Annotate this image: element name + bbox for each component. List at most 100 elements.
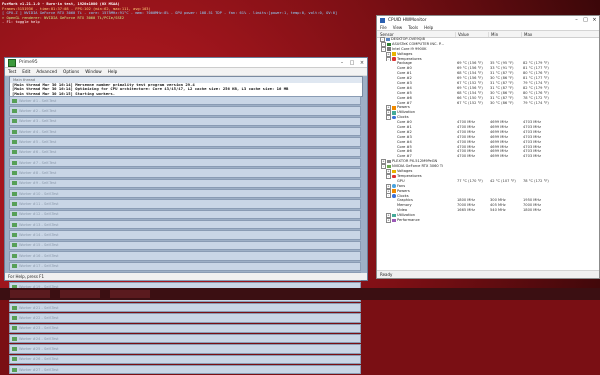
worker-title: Worker #9 - Self-Test — [19, 181, 57, 186]
menu-item-help[interactable]: Help — [108, 69, 118, 74]
menu-item-tools[interactable]: Tools — [408, 25, 418, 30]
worker-window[interactable]: Worker #3 - Self-Test — [9, 116, 361, 127]
hwmonitor-window[interactable]: CPUID HWMonitor – □ × File View Tools Help … — [376, 15, 600, 279]
worker-window[interactable]: Worker #13 - Self-Test — [9, 220, 361, 230]
menu-item-help[interactable]: Help — [424, 25, 433, 30]
worker-window[interactable]: Worker #1 - Self-Test — [9, 96, 361, 106]
worker-icon — [12, 222, 17, 227]
worker-window[interactable]: Worker #16 - Self-Test — [9, 251, 361, 261]
sensor-value — [455, 218, 488, 223]
worker-icon — [12, 202, 17, 207]
performance-icon — [392, 218, 396, 223]
worker-title: Worker #23 - Self-Test — [19, 326, 59, 331]
worker-window[interactable]: Worker #9 - Self-Test — [9, 178, 361, 189]
worker-icon — [12, 305, 17, 310]
worker-window[interactable]: Worker #27 - Self-Test — [9, 364, 361, 375]
worker-window[interactable]: Worker #14 - Self-Test — [9, 230, 361, 240]
maximize-icon[interactable]: □ — [347, 60, 357, 66]
worker-window[interactable]: Worker #21 - Self-Test — [9, 302, 361, 313]
thermometer-icon — [392, 174, 396, 179]
furmark-overlay: FurMark v1.21.1.0 - Burn-in test, 1920x1… — [2, 2, 372, 36]
menu-item-options[interactable]: Options — [63, 69, 79, 74]
hwmonitor-titlebar[interactable]: CPUID HWMonitor – □ × — [377, 16, 599, 24]
utilization-icon — [392, 111, 396, 115]
overlay-line: [ GPU-Z ] NVIDIA GeForce RTX 3060 Ti - c… — [2, 11, 338, 15]
minimize-icon[interactable]: – — [572, 17, 581, 23]
worker-window[interactable]: Worker #17 - Self-Test — [9, 261, 361, 271]
worker-title: Worker #2 - Self-Test — [19, 109, 57, 114]
expand-icon[interactable]: + — [386, 217, 391, 223]
close-icon[interactable]: × — [357, 60, 367, 66]
taskbar-item[interactable] — [10, 290, 50, 298]
worker-title: Worker #13 - Self-Test — [19, 222, 59, 227]
worker-window[interactable]: Worker #12 - Self-Test — [9, 209, 361, 220]
prime95-app-icon — [8, 58, 16, 67]
taskbar-item[interactable] — [60, 290, 100, 298]
worker-title: Worker #15 - Self-Test — [19, 243, 59, 248]
worker-window[interactable]: Worker #11 - Self-Test — [9, 199, 361, 209]
column-header-value[interactable]: Value — [455, 31, 488, 37]
menu-item-window[interactable]: Window — [85, 69, 102, 74]
prime95-window[interactable]: Prime95 – □ × Test Edit Advanced Options Win… — [4, 57, 368, 375]
worker-window[interactable]: Worker #8 - Self-Test — [9, 168, 361, 178]
worker-title: Worker #17 - Self-Test — [19, 264, 59, 269]
worker-title: Worker #25 - Self-Test — [19, 346, 59, 351]
worker-window[interactable]: Worker #26 - Self-Test — [9, 354, 361, 364]
power-icon — [392, 106, 396, 110]
menu-item-file[interactable]: File — [380, 25, 387, 30]
prime95-titlebar[interactable]: Prime95 – □ × — [5, 58, 367, 68]
motherboard-icon — [387, 42, 391, 47]
worker-title: Worker #22 - Self-Test — [19, 315, 59, 320]
clock-icon — [392, 194, 396, 198]
worker-title: Worker #7 - Self-Test — [19, 160, 57, 165]
worker-window[interactable]: Worker #15 - Self-Test — [9, 240, 361, 251]
worker-window[interactable]: Worker #6 - Self-Test — [9, 147, 361, 158]
menu-item-advanced[interactable]: Advanced — [36, 69, 57, 74]
power-icon — [392, 189, 396, 193]
worker-title: Worker #8 - Self-Test — [19, 171, 57, 176]
gpu-icon — [387, 164, 391, 169]
menu-item-test[interactable]: Test — [8, 69, 16, 74]
worker-title: Worker #4 - Self-Test — [19, 129, 57, 134]
main-thread-window[interactable]: Main thread [Main thread Mar 30 16:14] M… — [9, 76, 363, 97]
hwmonitor-statusbar: Ready — [377, 270, 599, 278]
taskbar-item[interactable] — [110, 290, 150, 298]
menu-item-edit[interactable]: Edit — [22, 69, 30, 74]
worker-window[interactable]: Worker #7 - Self-Test — [9, 158, 361, 168]
column-header-min[interactable]: Min — [488, 31, 521, 37]
worker-title: Worker #16 - Self-Test — [19, 253, 59, 258]
prime95-statusbar: For Help, press F1 — [5, 273, 367, 280]
maximize-icon[interactable]: □ — [581, 17, 590, 23]
column-header-sensor[interactable]: Sensor — [377, 32, 455, 37]
worker-window[interactable]: Worker #4 - Self-Test — [9, 127, 361, 137]
prime95-title: Prime95 — [19, 60, 38, 65]
minimize-icon[interactable]: – — [337, 60, 347, 66]
worker-window[interactable]: Worker #25 - Self-Test — [9, 344, 361, 354]
worker-icon — [12, 233, 17, 238]
computer-icon — [386, 37, 390, 42]
worker-window[interactable]: Worker #10 - Self-Test — [9, 189, 361, 199]
cpu-icon — [387, 47, 391, 51]
worker-window[interactable]: Worker #5 - Self-Test — [9, 137, 361, 147]
worker-icon — [12, 212, 17, 217]
worker-icon — [12, 326, 17, 331]
worker-title: Worker #21 - Self-Test — [19, 305, 59, 310]
sensor-name-cell: + Performance — [377, 217, 455, 223]
sensor-row[interactable]: + Performance — [377, 217, 599, 223]
worker-window[interactable]: Worker #24 - Self-Test — [9, 333, 361, 344]
voltage-icon — [392, 52, 396, 56]
disk-icon — [387, 159, 391, 164]
menu-item-view[interactable]: View — [393, 25, 403, 30]
worker-title: Worker #11 - Self-Test — [19, 202, 59, 207]
close-icon[interactable]: × — [590, 17, 599, 23]
worker-window[interactable]: Worker #22 - Self-Test — [9, 313, 361, 323]
worker-title: Worker #3 - Self-Test — [19, 119, 57, 124]
sensor-tree[interactable]: - DESKTOP-OVE9QI8- ASUSTeK COMPUTER INC. P… — [377, 37, 599, 271]
column-header-max[interactable]: Max — [521, 31, 554, 37]
worker-title: Worker #5 - Self-Test — [19, 140, 57, 145]
thermometer-icon — [392, 57, 396, 61]
worker-window[interactable]: Worker #23 - Self-Test — [9, 323, 361, 333]
worker-window[interactable]: Worker #2 - Self-Test — [9, 106, 361, 116]
worker-icon — [12, 336, 17, 341]
prime95-menubar: Test Edit Advanced Options Window Help — [5, 68, 367, 76]
